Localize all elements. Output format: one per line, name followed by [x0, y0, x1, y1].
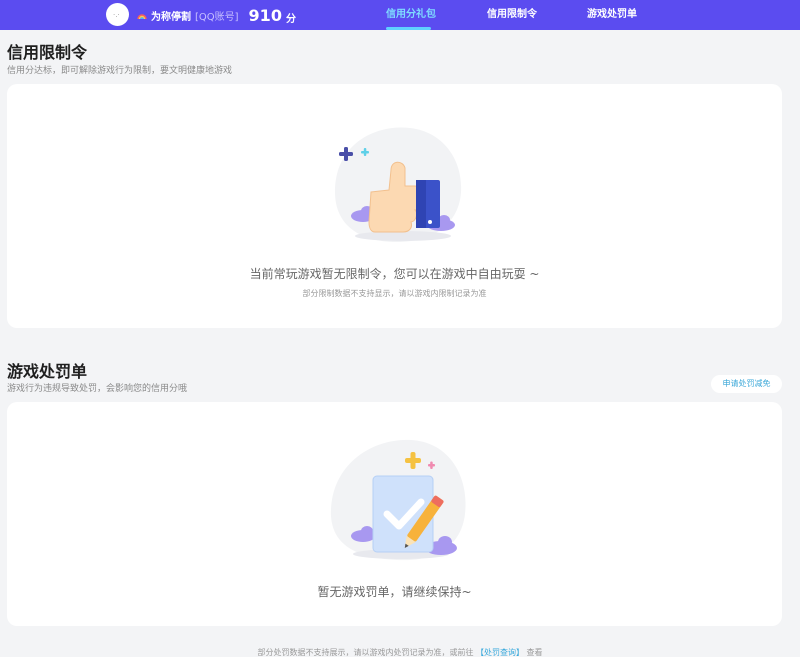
- user-info: 为称停割 [QQ账号] 910 分: [137, 0, 296, 30]
- penalty-query-link[interactable]: 【处罚查询】: [476, 648, 524, 657]
- penalty-footer-note: 部分处罚数据不支持展示，请以游戏内处罚记录为准，或前往 【处罚查询】 查看: [0, 647, 800, 657]
- restriction-section-title: 信用限制令: [7, 43, 88, 62]
- tab-credit-gift[interactable]: 信用分礼包: [386, 0, 436, 30]
- tab-credit-restriction[interactable]: 信用限制令: [487, 0, 537, 30]
- footer-text-after: 查看: [526, 648, 543, 657]
- tab-game-penalty[interactable]: 游戏处罚单: [587, 0, 637, 30]
- thumbs-up-illustration-icon: [335, 127, 462, 242]
- account-type-label: [QQ账号]: [195, 11, 239, 23]
- penalty-section-desc: 游戏行为违规导致处罚，会影响您的信用分哦: [7, 384, 188, 394]
- avatar-placeholder-icon: ·.·: [113, 11, 120, 19]
- footer-text-before: 部分处罚数据不支持展示，请以游戏内处罚记录为准，或前往: [257, 648, 474, 657]
- apply-penalty-reduction-button[interactable]: 申请处罚减免: [711, 375, 782, 393]
- rainbow-icon: [137, 13, 147, 19]
- restriction-section-desc: 信用分达标，即可解除游戏行为限制，要文明健康地游戏: [7, 66, 233, 76]
- top-bar: ·.· 为称停割 [QQ账号] 910 分 信用分礼包 信用限制令 游戏处罚单: [0, 0, 800, 30]
- active-tab-indicator: [386, 27, 431, 30]
- penalty-section-title: 游戏处罚单: [7, 362, 88, 381]
- restriction-empty-subtext: 部分限制数据不支持显示，请以游戏内限制记录为准: [302, 289, 487, 298]
- document-pencil-illustration-icon: [330, 439, 466, 561]
- credit-score: 910: [248, 5, 282, 25]
- nickname: 为称停割: [151, 11, 191, 23]
- credit-score-unit: 分: [285, 13, 296, 25]
- restriction-card: 当前常玩游戏暂无限制令，您可以在游戏中自由玩耍 ~ 部分限制数据不支持显示，请以…: [7, 84, 782, 328]
- penalty-card: 暂无游戏罚单，请继续保持~: [7, 402, 782, 626]
- restriction-empty-text: 当前常玩游戏暂无限制令，您可以在游戏中自由玩耍 ~: [249, 267, 540, 281]
- avatar[interactable]: ·.·: [106, 3, 129, 26]
- penalty-empty-text: 暂无游戏罚单，请继续保持~: [317, 585, 472, 599]
